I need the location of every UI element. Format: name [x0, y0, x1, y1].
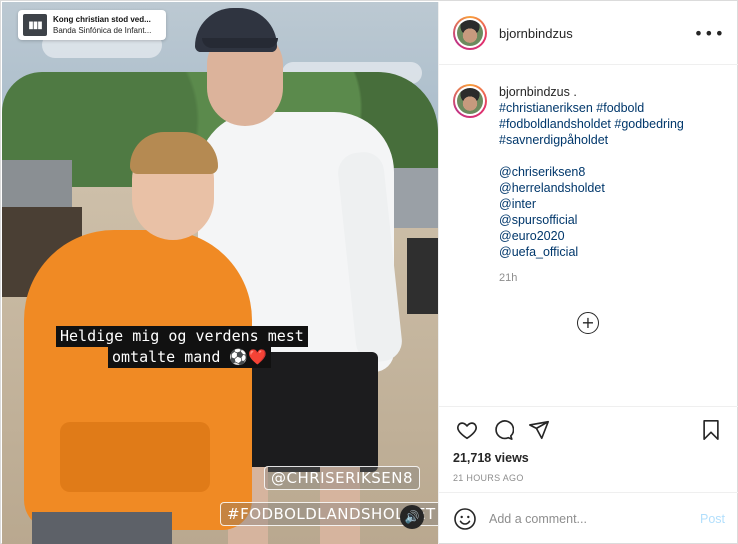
avatar-image [457, 88, 483, 114]
more-options-icon[interactable]: ••• [694, 24, 725, 43]
action-bar: 21,718 views 21 HOURS AGO [439, 406, 738, 492]
post-side-panel: bjornbindzus ••• bjornbindzus . #christi… [438, 2, 738, 544]
mention-link[interactable]: @herrelandsholdet [499, 180, 684, 196]
post-comment-button[interactable]: Post [700, 512, 725, 526]
music-sticker[interactable]: ▮▮▮ Kong christian stod ved... Banda Sin… [18, 10, 166, 40]
mention-link[interactable]: @chriseriksen8 [499, 164, 684, 180]
bench [2, 160, 72, 208]
story-caption-line-1: Heldige mig og verdens mest [56, 326, 308, 347]
chair [407, 238, 438, 314]
post-dialog: ▮▮▮ Kong christian stod ved... Banda Sin… [0, 0, 738, 544]
boy-hoodie-pocket [60, 422, 210, 492]
boy-pants [32, 512, 172, 544]
emoji-icon[interactable] [453, 507, 477, 531]
caption-dot: . [573, 85, 577, 99]
hashtag-link[interactable]: #christianeriksen #fodbold [499, 100, 684, 116]
header-username[interactable]: bjornbindzus [499, 26, 694, 41]
man-cap-visor [202, 38, 278, 48]
music-artist: Banda Sinfónica de Infant... [53, 26, 152, 35]
mention-link[interactable]: @euro2020 [499, 228, 684, 244]
sound-icon[interactable]: 🔊 [400, 505, 424, 529]
avatar-image [457, 20, 483, 46]
share-icon[interactable] [525, 416, 553, 444]
boy-hair [130, 132, 218, 174]
mention-link[interactable]: @inter [499, 196, 684, 212]
story-caption-line-2: omtalte mand ⚽❤️ [108, 347, 271, 368]
mention-link[interactable]: @spursofficial [499, 212, 684, 228]
hashtag-link[interactable]: #fodboldlandsholdet #godbedring [499, 116, 684, 132]
plus-circle-icon[interactable]: + [577, 312, 599, 334]
post-video[interactable]: ▮▮▮ Kong christian stod ved... Banda Sin… [2, 2, 438, 544]
heart-icon[interactable] [453, 416, 481, 444]
avatar[interactable] [453, 16, 487, 50]
caption-avatar[interactable] [453, 84, 487, 118]
post-timestamp[interactable]: 21 HOURS AGO [453, 473, 725, 483]
caption-section: bjornbindzus . #christianeriksen #fodbol… [439, 66, 738, 406]
bookmark-icon[interactable] [697, 416, 725, 444]
caption-username[interactable]: bjornbindzus [499, 85, 570, 99]
music-title: Kong christian stod ved... [53, 15, 151, 24]
caption-timestamp: 21h [499, 272, 518, 284]
caption-text: bjornbindzus . #christianeriksen #fodbol… [499, 84, 684, 286]
add-comment-bar: Post [439, 492, 738, 544]
post-header: bjornbindzus ••• [439, 2, 738, 65]
hashtag-link[interactable]: #savnerdigpåholdet [499, 132, 684, 148]
music-bars-icon: ▮▮▮ [23, 14, 47, 36]
comment-icon[interactable] [489, 416, 517, 444]
mention-sticker[interactable]: @CHRISERIKSEN8 [264, 466, 421, 490]
comment-input[interactable] [489, 511, 700, 526]
view-count[interactable]: 21,718 views [453, 451, 725, 465]
mention-link[interactable]: @uefa_official [499, 244, 684, 260]
